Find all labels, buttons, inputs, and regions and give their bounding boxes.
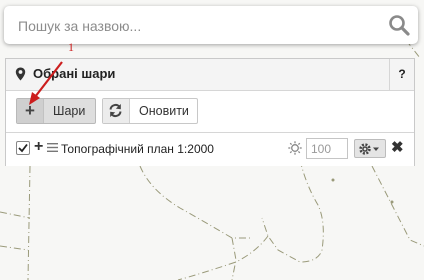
search-input[interactable]	[16, 15, 380, 37]
plus-icon: +	[17, 99, 44, 123]
add-layers-button[interactable]: + Шари	[16, 98, 96, 124]
help-button[interactable]: ?	[389, 59, 414, 90]
add-layers-label: Шари	[53, 104, 86, 118]
sun-icon	[288, 141, 302, 155]
search-icon[interactable]	[388, 14, 410, 36]
search-bar	[4, 6, 418, 44]
drag-handle-icon[interactable]	[47, 143, 58, 152]
map-marker-icon	[15, 67, 26, 81]
gear-icon	[359, 143, 379, 155]
refresh-label: Оновити	[139, 104, 189, 118]
refresh-icon	[109, 103, 122, 118]
layer-settings-button[interactable]	[354, 139, 386, 158]
check-icon	[18, 143, 28, 153]
expand-layer-icon[interactable]: +	[34, 138, 43, 156]
refresh-icon-box	[103, 99, 130, 123]
refresh-button[interactable]: Оновити	[102, 98, 198, 124]
layer-name: Топографічний план 1:2000	[61, 142, 214, 156]
panel-header: Обрані шари ?	[6, 59, 414, 91]
opacity-input[interactable]: 100	[306, 138, 348, 159]
layer-visibility-checkbox[interactable]	[16, 141, 30, 155]
panel-title: Обрані шари	[33, 66, 116, 81]
layer-row: + Топографічний план 1:2000 100 ✖	[6, 132, 414, 166]
selected-layers-panel: Обрані шари ? + Шари Оновити + Топографі…	[5, 58, 415, 166]
close-icon[interactable]: ✖	[391, 138, 404, 156]
annotation-number: 1	[68, 40, 74, 54]
panel-toolbar: + Шари Оновити	[6, 91, 414, 131]
